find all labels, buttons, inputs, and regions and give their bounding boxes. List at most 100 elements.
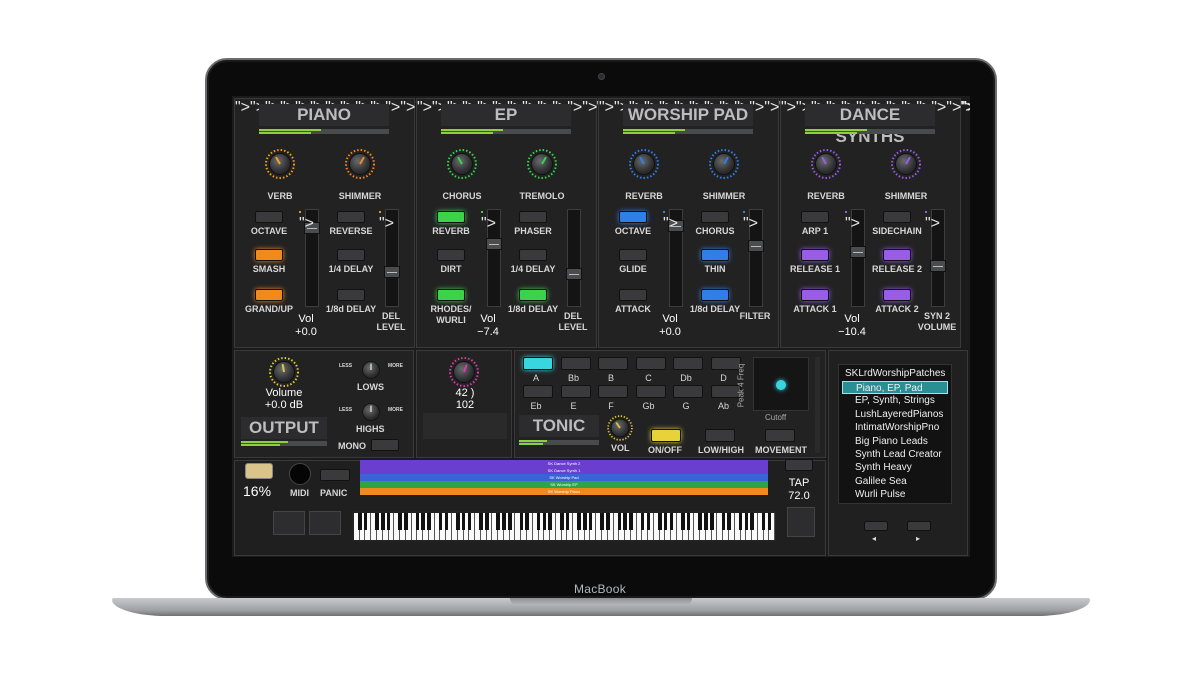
lows-less: LESS [339, 363, 353, 369]
vol-value: −7.4 [477, 326, 499, 338]
section-button-label: CHORUS [695, 226, 735, 236]
layer-bar[interactable]: SK Worship EP [360, 481, 768, 488]
section-button[interactable] [255, 289, 283, 301]
section-knob[interactable] [707, 147, 741, 181]
middle-display [423, 413, 507, 439]
tonic-key-button[interactable] [560, 357, 591, 370]
tonic-key-button[interactable] [560, 385, 591, 398]
section-button[interactable] [619, 249, 647, 261]
layer-bar[interactable]: SK Worship Piano [360, 488, 768, 495]
cpu-gauge-icon [245, 463, 273, 479]
tonic-key-button[interactable] [598, 357, 628, 370]
preset-item[interactable]: Wurli Pulse [839, 488, 951, 501]
section-button[interactable] [437, 289, 465, 301]
midi-label: MIDI [290, 488, 309, 498]
tonic-key-button[interactable] [673, 385, 703, 398]
mod-wheel[interactable] [309, 511, 341, 535]
section-button[interactable] [883, 211, 911, 223]
layer-bar[interactable]: SK Worship Pad [360, 474, 768, 481]
section-button[interactable] [883, 289, 911, 301]
volume-value: +0.0 dB [264, 399, 304, 411]
volume-meter: "> [663, 211, 678, 233]
movement-button[interactable] [765, 429, 795, 442]
section-button[interactable] [337, 249, 365, 261]
volume-knob[interactable] [267, 355, 301, 389]
tonic-key-label: B [607, 373, 614, 383]
section-button[interactable] [883, 249, 911, 261]
tonic-vol-knob[interactable] [606, 414, 635, 443]
preset-item[interactable]: Big Piano Leads [839, 435, 951, 448]
pitch-wheel[interactable] [273, 511, 305, 535]
section-knob[interactable] [343, 147, 377, 181]
section-button[interactable] [701, 289, 729, 301]
filter-xy-pad[interactable] [753, 357, 809, 411]
tonic-panel: A Bb B C Db D Eb E F Gb G Ab TONIC VOL ON/OFF LOW/… [514, 350, 826, 458]
onoff-button[interactable] [651, 429, 681, 442]
tap-button[interactable] [785, 459, 813, 471]
middle-knob[interactable] [447, 355, 481, 389]
section-button[interactable] [619, 289, 647, 301]
section-button[interactable] [619, 211, 647, 223]
tonic-key-button[interactable] [635, 385, 666, 398]
vol-label: Vol [662, 313, 678, 325]
highs-knob[interactable] [357, 398, 384, 425]
preset-item[interactable]: Piano, EP, Pad [842, 381, 948, 395]
section-knob[interactable] [889, 147, 923, 181]
output-title: OUTPUT [241, 417, 327, 439]
preset-item[interactable]: LushLayeredPianos [839, 408, 951, 421]
white-key[interactable] [769, 513, 776, 540]
layer-bar[interactable]: SK Dance Synth 1 [360, 467, 768, 474]
section-knob-label: TREMOLO [519, 191, 565, 201]
section-knob[interactable] [809, 147, 843, 181]
section-button[interactable] [255, 211, 283, 223]
middle-value1: 42 ) [455, 387, 475, 399]
section-knob[interactable] [263, 147, 297, 181]
keyboard[interactable] [352, 511, 776, 542]
mono-button[interactable] [371, 439, 399, 451]
section-button-label: ARP 1 [801, 226, 829, 236]
layer-bar[interactable]: SK Dance Synth 2 [360, 460, 768, 467]
section-button[interactable] [701, 211, 729, 223]
section-button[interactable] [801, 249, 829, 261]
preset-item[interactable]: EP, Synth, Strings [839, 394, 951, 407]
section-button[interactable] [519, 211, 547, 223]
section-title: EP [441, 104, 571, 126]
preset-item[interactable]: Synth Lead Creator [839, 448, 951, 461]
section-button[interactable] [337, 289, 365, 301]
section-button[interactable] [437, 211, 465, 223]
lowhigh-button[interactable] [705, 429, 735, 442]
tonic-key-button[interactable] [523, 357, 553, 370]
panic-button[interactable] [320, 469, 350, 481]
tonic-key-button[interactable] [598, 385, 628, 398]
section-knob[interactable] [525, 147, 559, 181]
fader2-label: DEL LEVEL [558, 311, 588, 332]
preset-item[interactable]: Galilee Sea [839, 475, 951, 488]
second-fader[interactable] [566, 209, 582, 307]
section-knob[interactable] [627, 147, 661, 181]
preset-item[interactable]: Synth Heavy [839, 461, 951, 474]
section-button[interactable] [801, 211, 829, 223]
tonic-key-label: G [682, 401, 690, 411]
section-button[interactable] [701, 249, 729, 261]
xy-pad-dot[interactable] [776, 380, 786, 390]
section-button[interactable] [519, 289, 547, 301]
tonic-key-button[interactable] [673, 357, 703, 370]
section-button[interactable] [437, 249, 465, 261]
section-title: WORSHIP PAD [623, 104, 753, 126]
prev-preset-button[interactable] [864, 521, 888, 531]
sustain-pedal-icon[interactable] [787, 507, 815, 537]
section-button[interactable] [255, 249, 283, 261]
tonic-key-button[interactable] [523, 385, 553, 398]
lows-knob[interactable] [357, 356, 384, 383]
section-0: PIANO VERB SHIMMER OCTAVE SMASH GRAND/UP REV… [234, 98, 806, 348]
camera-icon [598, 73, 605, 80]
fader2-label: DEL LEVEL [376, 311, 406, 332]
laptop-brand: MacBook [573, 582, 627, 596]
preset-item[interactable]: IntimatWorshipPno [839, 421, 951, 434]
section-knob[interactable] [445, 147, 479, 181]
next-preset-button[interactable] [907, 521, 931, 531]
section-button[interactable] [519, 249, 547, 261]
section-button[interactable] [337, 211, 365, 223]
section-button[interactable] [801, 289, 829, 301]
tonic-key-button[interactable] [635, 357, 666, 370]
